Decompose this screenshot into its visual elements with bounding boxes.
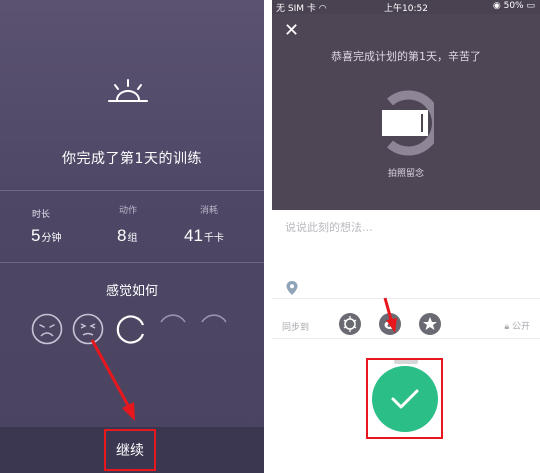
divider	[272, 298, 540, 299]
duration-label: 时长	[32, 210, 51, 220]
divider	[0, 262, 264, 263]
moments-share-icon[interactable]	[338, 312, 362, 336]
sets-label: 动作	[119, 206, 138, 216]
feeling-title: 感觉如何	[105, 284, 158, 299]
completion-message: 你完成了第1天的训练	[62, 151, 202, 167]
status-bar: 无 SIM 卡 ◠ 上午10:52 ◉ 50% ▭	[272, 0, 540, 14]
screenshot-composite: 你完成了第1天的训练 时长 5分钟 动作 8组 消耗 41千卡 感觉如何 继续 …	[0, 0, 540, 473]
public-toggle[interactable]: 🔒︎ 公开	[504, 319, 530, 332]
continue-button[interactable]: 继续	[104, 429, 156, 471]
great-face-icon[interactable]	[198, 313, 230, 345]
battery-indicator: ◉ 50% ▭	[492, 1, 535, 11]
duration-value: 5分钟	[31, 226, 62, 245]
divider	[0, 190, 264, 191]
calories-label: 消耗	[200, 206, 219, 216]
sunrise-icon	[108, 79, 148, 102]
close-icon[interactable]: ✕	[284, 22, 299, 40]
share-screen: 无 SIM 卡 ◠ 上午10:52 ◉ 50% ▭ ✕ 恭喜完成计划的第1天，辛…	[272, 0, 540, 473]
checkmark-icon	[391, 389, 419, 409]
lock-icon: 🔒︎	[504, 322, 512, 332]
qzone-share-icon[interactable]	[418, 312, 442, 336]
very-bad-face-icon[interactable]	[31, 313, 63, 345]
ok-face-icon[interactable]	[115, 313, 147, 345]
photo-caption: 拍照留念	[387, 169, 424, 179]
panel-gap	[264, 0, 272, 473]
weibo-share-icon[interactable]	[378, 312, 402, 336]
thoughts-input[interactable]: 说说此刻的想法...	[285, 219, 373, 235]
calories-value: 41千卡	[184, 226, 224, 245]
confirm-button[interactable]	[372, 366, 438, 432]
good-face-icon[interactable]	[157, 313, 189, 345]
location-icon[interactable]	[285, 280, 299, 296]
battery-icon: ▭	[523, 1, 535, 11]
bad-face-icon[interactable]	[72, 313, 104, 345]
sync-label: 同步到	[282, 323, 310, 333]
workout-summary-screen: 你完成了第1天的训练 时长 5分钟 动作 8组 消耗 41千卡 感觉如何 继续	[0, 0, 264, 473]
divider	[272, 338, 540, 339]
congrats-message: 恭喜完成计划的第1天，辛苦了	[331, 50, 481, 63]
camera-button[interactable]	[378, 90, 434, 156]
orientation-lock-icon: ◉	[492, 1, 504, 11]
sets-value: 8组	[117, 226, 138, 245]
